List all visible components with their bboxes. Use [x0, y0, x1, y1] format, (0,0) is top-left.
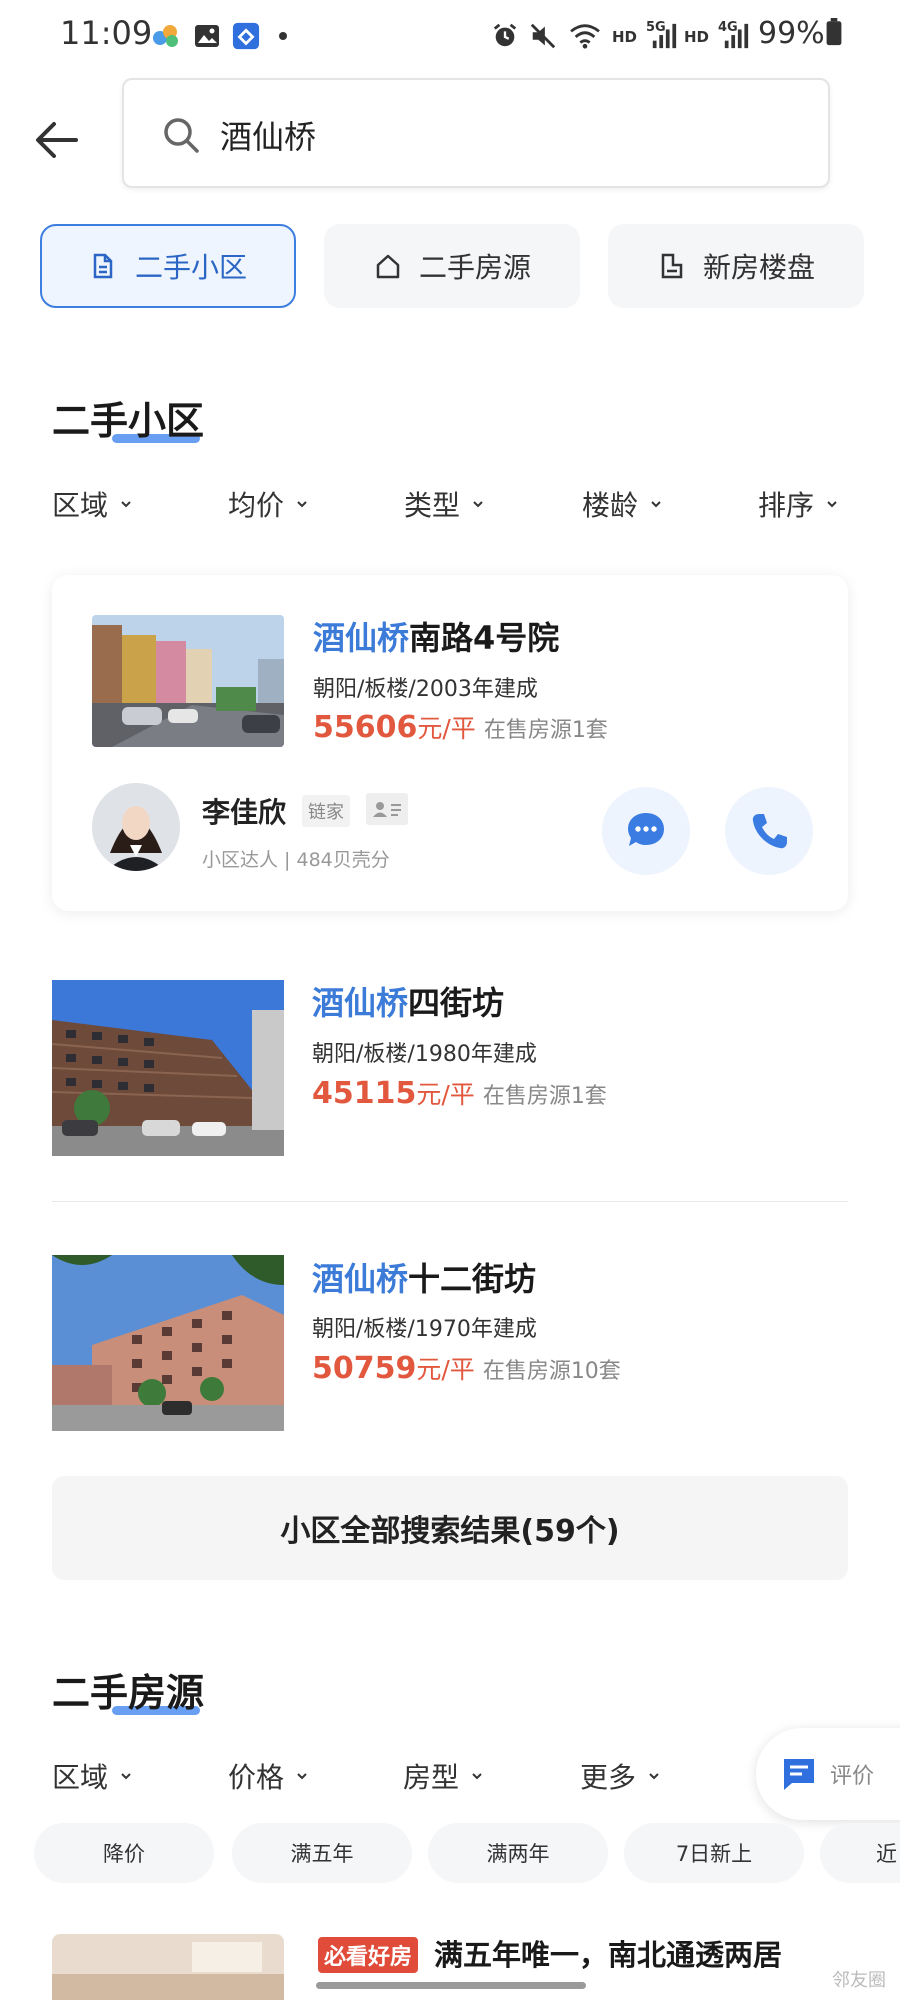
community-name: 酒仙桥十二街坊: [312, 1260, 537, 1298]
featured-community-card[interactable]: 酒仙桥南路4号院 朝阳/板楼/2003年建成 55606元/平 在售房源1套 李佳…: [52, 575, 848, 911]
chevron-down-icon: [121, 501, 131, 508]
community-price: 55606元/平 在售房源1套: [313, 710, 608, 745]
community-meta: 朝阳/板楼/1970年建成: [312, 1317, 537, 1342]
tab-second-hand-house[interactable]: 二手房源: [324, 224, 580, 308]
chip-new-7days[interactable]: 7日新上: [624, 1823, 804, 1883]
building-icon: [93, 253, 113, 279]
house-filter-layout[interactable]: 房型: [403, 1756, 483, 1796]
search-query: 酒仙桥: [220, 118, 317, 156]
house-filter-price[interactable]: 价格: [228, 1756, 308, 1796]
chevron-down-icon: [473, 501, 483, 508]
hd-label-2: HD: [684, 28, 710, 46]
battery-percent: 99%: [758, 16, 825, 51]
community-price: 50759元/平 在售房源10套: [312, 1351, 621, 1386]
status-bar: 11:09 HD 5G HD 4G 99%: [0, 0, 900, 72]
chevron-down-icon: [121, 1773, 131, 1780]
app-house-icon: [232, 22, 260, 50]
agent-brand-badge: 链家: [302, 795, 350, 827]
call-button[interactable]: [725, 787, 813, 875]
chip-price-drop[interactable]: 降价: [34, 1823, 214, 1883]
chevron-down-icon: [297, 1773, 307, 1780]
community-photo: [52, 980, 284, 1156]
chat-icon: [628, 813, 664, 846]
watermark: 邻友圈: [832, 1970, 886, 1991]
tab-second-hand-community[interactable]: 二手小区: [40, 224, 296, 308]
chip-two-years[interactable]: 满两年: [428, 1823, 608, 1883]
community-meta: 朝阳/板楼/1980年建成: [312, 1042, 537, 1067]
tab-label: 二手小区: [134, 251, 247, 284]
search-input[interactable]: 酒仙桥: [122, 78, 830, 188]
new-building-icon: [661, 253, 683, 279]
chevron-down-icon: [827, 501, 837, 508]
business-card-icon[interactable]: [366, 793, 408, 825]
house-filter-more[interactable]: 更多: [580, 1756, 660, 1796]
alarm-icon: [493, 23, 517, 47]
wifi-icon: [570, 24, 600, 49]
community-meta: 朝阳/板楼/2003年建成: [313, 677, 538, 702]
phone-icon: [752, 814, 787, 849]
filter-age[interactable]: 楼龄: [582, 484, 662, 524]
community-section-title: 二手小区: [52, 399, 205, 443]
house-title[interactable]: 满五年唯一，南北通透两居: [434, 1932, 782, 1974]
tab-label: 新房楼盘: [702, 251, 815, 284]
filter-area[interactable]: 区域: [52, 484, 132, 524]
list-divider: [52, 1201, 848, 1202]
filter-price[interactable]: 均价: [228, 484, 308, 524]
signal-icon: [652, 23, 677, 49]
status-time: 11:09: [60, 14, 153, 52]
community-photo: [52, 1255, 284, 1431]
house-photo[interactable]: [52, 1934, 284, 2000]
agent-subtitle: 小区达人 | 484贝壳分: [202, 849, 390, 871]
chat-button[interactable]: [602, 787, 690, 875]
community-photo: [92, 615, 284, 747]
search-icon: [164, 118, 199, 153]
chip-five-years[interactable]: 满五年: [232, 1823, 412, 1883]
tab-label: 二手房源: [418, 251, 531, 284]
all-results-button[interactable]: 小区全部搜索结果(59个): [52, 1476, 848, 1580]
agent-name: 李佳欣: [202, 796, 287, 829]
review-float-button[interactable]: 评价: [756, 1728, 900, 1820]
gallery-icon: [195, 25, 219, 47]
home-indicator[interactable]: [316, 1982, 586, 1989]
mute-icon: [530, 23, 556, 49]
dot-icon: [279, 32, 287, 40]
filter-type[interactable]: 类型: [404, 484, 484, 524]
house-section-title: 二手房源: [52, 1671, 205, 1715]
tab-new-house[interactable]: 新房楼盘: [608, 224, 864, 308]
community-name: 酒仙桥四街坊: [312, 984, 505, 1022]
chip-recent[interactable]: 近: [820, 1823, 900, 1883]
comment-icon: [784, 1759, 814, 1790]
hd-label: HD: [612, 28, 638, 46]
chevron-down-icon: [651, 501, 661, 508]
app-cloud-icon: [153, 25, 178, 47]
chevron-down-icon: [297, 501, 307, 508]
featured-tag: 必看好房: [318, 1937, 419, 1973]
agent-avatar[interactable]: [92, 783, 180, 871]
community-name: 酒仙桥南路4号院: [313, 619, 560, 657]
signal-icon-2: [724, 23, 749, 49]
home-icon: [376, 254, 400, 279]
house-filter-area[interactable]: 区域: [52, 1756, 132, 1796]
back-arrow-icon[interactable]: [30, 112, 86, 168]
filter-sort[interactable]: 排序: [758, 484, 838, 524]
community-price: 45115元/平 在售房源1套: [312, 1076, 607, 1111]
chevron-down-icon: [649, 1773, 659, 1780]
battery-icon: [826, 18, 842, 46]
chevron-down-icon: [472, 1773, 482, 1780]
